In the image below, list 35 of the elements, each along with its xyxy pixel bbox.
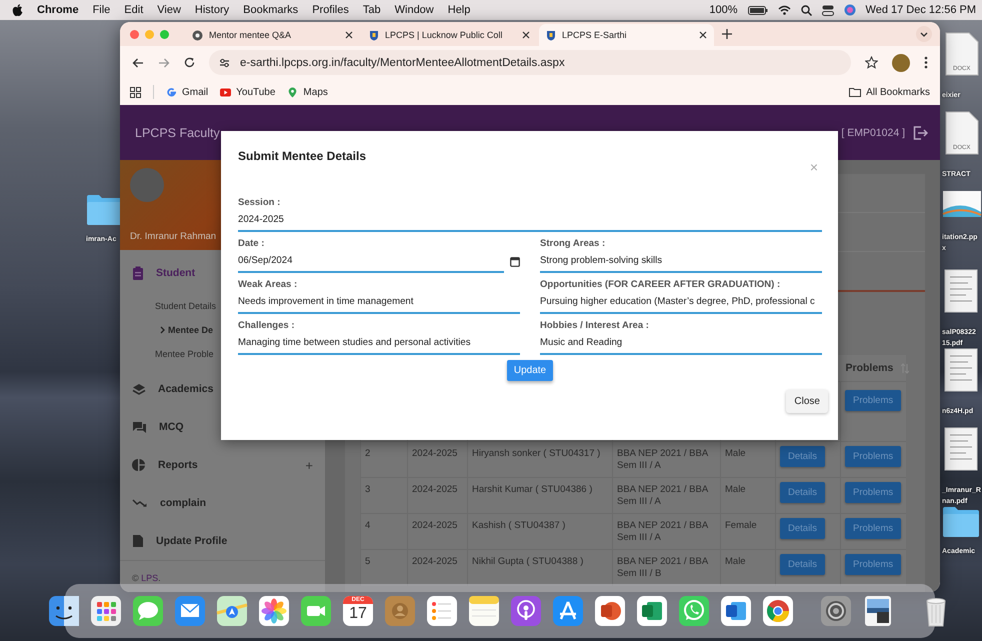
- modal-title: Submit Mentee Details: [238, 149, 366, 163]
- table-cell: 2024-2025: [412, 448, 458, 459]
- battery-percentage: 100%: [709, 4, 738, 16]
- table-cell: Male: [725, 556, 746, 567]
- table-cell: 2: [365, 448, 370, 459]
- field-label: Session :: [238, 196, 282, 208]
- table-cell: Male: [725, 484, 746, 495]
- field-label: Weak Areas :: [238, 278, 298, 290]
- field-label: Opportunities (FOR CAREER AFTER GRADUATION) :: [540, 278, 782, 290]
- table-cell: Harshit Kumar ( STU04386 ): [472, 484, 592, 495]
- table-cell: Female: [725, 520, 757, 531]
- table-cell: 2024-2025: [412, 484, 458, 495]
- field-label: Challenges :: [238, 319, 296, 331]
- table-cell: Nikhil Gupta ( STU04388 ): [472, 556, 584, 567]
- table-cell: Male: [725, 448, 746, 459]
- table-cell: BBA NEP 2021 / BBA Sem III / A: [617, 484, 708, 507]
- table-cell: BBA NEP 2021 / BBA Sem III / A: [617, 520, 708, 543]
- table-cell: BBA NEP 2021 / BBA Sem III / B: [617, 556, 708, 579]
- url-text: e-sarthi.lpcps.org.in/faculty/MentorMenteeAllotmentDetails.aspx: [240, 56, 565, 68]
- table-cell: BBA NEP 2021 / BBA Sem III / A: [617, 448, 708, 471]
- employee-id: [ EMP01024 ]: [841, 126, 905, 138]
- clock: Wed 17 Dec 12:56 PM: [866, 4, 976, 16]
- table-cell: 4: [365, 520, 370, 531]
- field-label: Date :: [238, 237, 266, 249]
- field-label: Hobbies / Interest Area :: [540, 319, 650, 331]
- field-label: Strong Areas :: [540, 237, 606, 249]
- portal-title: LPCPS Faculty: [135, 126, 220, 140]
- profile-name: Dr. Imranur Rahman: [130, 231, 218, 242]
- table-cell: 3: [365, 484, 370, 495]
- footer-text: © LPS.: [132, 573, 161, 583]
- table-cell: 5: [365, 556, 370, 567]
- table-cell: Hiryansh sonker ( STU04317 ): [472, 448, 600, 459]
- table-cell: Kashish ( STU04387 ): [472, 520, 566, 531]
- table-cell: 2024-2025: [412, 520, 458, 531]
- table-cell: 2024-2025: [412, 556, 458, 567]
